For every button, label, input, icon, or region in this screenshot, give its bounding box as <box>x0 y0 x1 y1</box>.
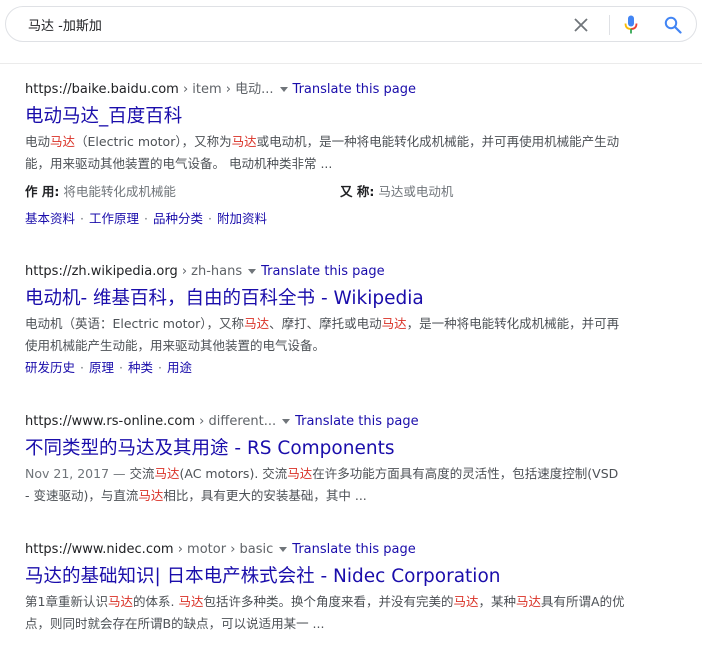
snippet-text: 相比，具有更大的安装基础，其中 ... <box>163 488 367 503</box>
search-submit-button[interactable] <box>661 13 685 37</box>
voice-search-button[interactable] <box>620 13 642 37</box>
sitelink-separator: · <box>80 211 84 226</box>
attribute-value: 马达或电动机 <box>378 184 454 199</box>
snippet-text: (AC motors). 交流 <box>179 466 288 481</box>
close-icon <box>574 18 588 32</box>
snippet-text: 电动机（英语：Electric motor），又称 <box>25 316 245 331</box>
url-menu-arrow-icon[interactable] <box>248 268 257 274</box>
snippet-text: ，某种 <box>478 594 516 609</box>
highlighted-term: 马达 <box>154 466 180 481</box>
result-title-link[interactable]: 马达的基础知识| 日本电产株式会社 - Nidec Corporation <box>25 564 665 590</box>
snippet-text: 的体系. <box>132 594 179 609</box>
attribute-key: 作 用: <box>25 184 60 199</box>
translate-link[interactable]: Translate this page <box>295 414 418 429</box>
sitelink-separator: · <box>119 360 123 375</box>
attribute-value: 将电能转化成机械能 <box>63 184 176 199</box>
translate-link[interactable]: Translate this page <box>292 542 415 557</box>
url-menu-arrow-icon[interactable] <box>282 418 291 424</box>
result-snippet: 第1章重新认识马达的体系. 马达包括许多种类。换个角度来看，并没有完美的马达，某… <box>25 591 625 635</box>
sitelink-separator: · <box>144 211 148 226</box>
result-url: https://baike.baidu.com › item › 电动... Tr… <box>25 81 665 99</box>
result-site: https://zh.wikipedia.org <box>25 264 178 279</box>
highlighted-term: 马达 <box>178 594 204 609</box>
attribute-key: 又 称: <box>340 184 375 199</box>
sitelink[interactable]: 用途 <box>167 360 192 375</box>
result-site: https://www.nidec.com <box>25 542 174 557</box>
result-url: https://www.rs-online.com › different...… <box>25 413 665 431</box>
result-path: › zh-hans <box>177 264 243 279</box>
highlighted-term: 马达 <box>381 316 407 331</box>
result-sitelinks: 研发历史 · 原理 · 种类 · 用途 <box>25 358 665 378</box>
sitelink[interactable]: 原理 <box>89 360 114 375</box>
search-result: https://zh.wikipedia.org › zh-hans Transl… <box>25 263 665 378</box>
highlighted-term: 马达 <box>287 466 313 481</box>
highlighted-term: 马达 <box>138 488 164 503</box>
highlighted-term: 马达 <box>107 594 133 609</box>
snippet-text: 电动 <box>25 134 51 149</box>
result-site: https://baike.baidu.com <box>25 82 179 97</box>
sitelink[interactable]: 品种分类 <box>153 211 203 226</box>
snippet-text: （Electric motor），又称为 <box>75 134 232 149</box>
result-date: Nov 21, 2017 — <box>25 466 130 481</box>
result-snippet: 电动马达（Electric motor），又称为马达或电动机，是一种将电能转化成… <box>25 131 625 175</box>
snippet-text: 、摩打、摩托或电动 <box>269 316 382 331</box>
microphone-icon <box>624 15 638 34</box>
highlighted-term: 马达 <box>231 134 257 149</box>
clear-search-button[interactable] <box>572 16 590 34</box>
sitelink-separator: · <box>158 360 162 375</box>
search-icon <box>664 16 682 34</box>
snippet-text: 第1章重新认识 <box>25 594 108 609</box>
result-site: https://www.rs-online.com <box>25 414 196 429</box>
snippet-text: 包括许多种类。换个角度来看，并没有完美的 <box>203 594 454 609</box>
result-sitelinks: 基本资料 · 工作原理 · 品种分类 · 附加资料 <box>25 209 665 229</box>
result-url: https://www.nidec.com › motor › basic Tra… <box>25 541 665 559</box>
result-title-link[interactable]: 电动机- 维基百科，自由的百科全书 - Wikipedia <box>25 286 665 312</box>
result-attributes: 作 用: 将电能转化成机械能 又 称: 马达或电动机 <box>25 182 665 202</box>
highlighted-term: 马达 <box>244 316 270 331</box>
search-result: https://www.rs-online.com › different...… <box>25 413 665 507</box>
result-url: https://zh.wikipedia.org › zh-hans Transl… <box>25 263 665 281</box>
result-title-link[interactable]: 不同类型的马达及其用途 - RS Components <box>25 436 665 462</box>
url-menu-arrow-icon[interactable] <box>279 86 288 92</box>
search-box[interactable] <box>5 6 697 42</box>
snippet-text: 交流 <box>129 466 155 481</box>
search-result: https://www.nidec.com › motor › basic Tra… <box>25 541 665 635</box>
result-title-link[interactable]: 电动马达_百度百科 <box>25 104 665 130</box>
attribute-item: 又 称: 马达或电动机 <box>340 182 655 202</box>
search-box-divider <box>609 15 610 35</box>
translate-link[interactable]: Translate this page <box>261 264 384 279</box>
sitelink[interactable]: 研发历史 <box>25 360 75 375</box>
result-snippet: Nov 21, 2017 — 交流马达(AC motors). 交流马达在许多功… <box>25 463 625 507</box>
search-input[interactable] <box>28 14 548 34</box>
top-bar <box>0 0 702 64</box>
sitelink[interactable]: 附加资料 <box>217 211 267 226</box>
sitelink[interactable]: 工作原理 <box>89 211 139 226</box>
translate-link[interactable]: Translate this page <box>293 82 416 97</box>
highlighted-term: 马达 <box>453 594 479 609</box>
result-path: › motor › basic <box>173 542 274 557</box>
search-result: https://baike.baidu.com › item › 电动... Tr… <box>25 81 665 229</box>
sitelink[interactable]: 种类 <box>128 360 153 375</box>
sitelink-separator: · <box>80 360 84 375</box>
sitelink-separator: · <box>208 211 212 226</box>
attribute-item: 作 用: 将电能转化成机械能 <box>25 182 340 202</box>
highlighted-term: 马达 <box>516 594 542 609</box>
result-path: › different... <box>195 414 277 429</box>
highlighted-term: 马达 <box>50 134 76 149</box>
result-snippet: 电动机（英语：Electric motor），又称马达、摩打、摩托或电动马达，是… <box>25 313 625 357</box>
result-path: › item › 电动... <box>178 82 274 97</box>
url-menu-arrow-icon[interactable] <box>279 546 288 552</box>
sitelink[interactable]: 基本资料 <box>25 211 75 226</box>
